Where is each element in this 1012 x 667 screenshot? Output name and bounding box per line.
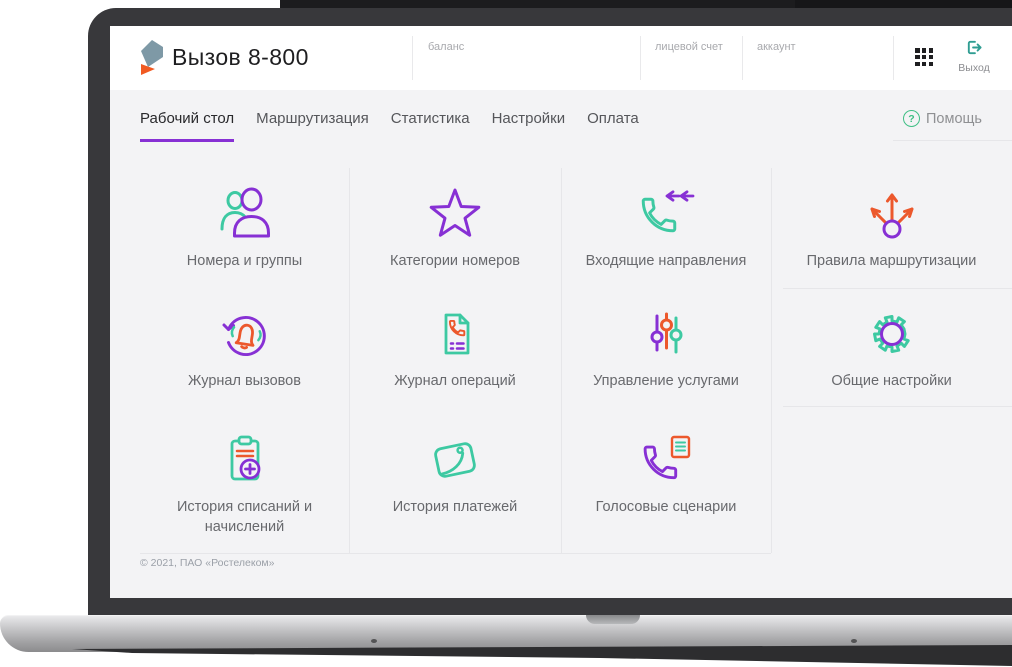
tab-payment[interactable]: Оплата [587,110,639,142]
laptop-base-edge [72,645,1012,666]
tile-voice-scripts[interactable]: Голосовые сценарии [561,406,771,553]
copyright-text: © 2021, ПАО «Ростелеком» [140,557,275,569]
users-icon [215,184,275,244]
divider [742,36,743,80]
gear-icon [862,304,922,364]
help-label: Помощь [925,110,982,127]
tile-call-log[interactable]: Журнал вызовов [140,288,349,406]
wallet-icon [425,430,485,490]
tile-number-categories[interactable]: Категории номеров [349,168,561,288]
sliders-icon [636,304,696,364]
operations-log-icon [425,304,485,364]
tile-label: Номера и группы [186,253,303,269]
exit-icon [967,40,982,55]
tab-statistics[interactable]: Статистика [391,110,470,142]
help-link[interactable]: ? Помощь [902,110,982,127]
tile-operations-log[interactable]: Журнал операций [349,288,561,406]
rostelecom-logo-icon [141,40,163,75]
tile-label: Журнал вызовов [188,373,301,389]
divider [783,406,1012,407]
divider [412,36,413,80]
logout-button[interactable]: Выход [948,39,1000,74]
tile-general-settings[interactable]: Общие настройки [771,288,1012,406]
star-icon [425,184,485,244]
laptop-mockup: Вызов 8-800 баланс лицевой счет аккаунт … [0,0,1012,667]
voice-script-icon [636,430,696,490]
tile-label: Журнал операций [394,373,516,389]
tile-label: Правила маршрутизации [806,253,977,269]
tab-settings[interactable]: Настройки [492,110,566,142]
user-account-field-label: аккаунт [757,41,796,53]
screen: Вызов 8-800 баланс лицевой счет аккаунт … [110,26,1012,598]
main-nav: Рабочий стол Маршрутизация Статистика На… [140,110,639,142]
tile-incoming-directions[interactable]: Входящие направления [561,168,771,288]
divider [893,36,894,80]
tile-label: Управление услугами [593,373,739,389]
tile-label: История платежей [392,499,518,515]
tile-charges-history[interactable]: История списаний и начислений [140,406,349,553]
divider [893,140,1012,141]
tile-label: Категории номеров [390,253,520,269]
tab-routing[interactable]: Маршрутизация [256,110,369,142]
tile-label: Входящие направления [585,253,747,269]
laptop-latch-notch [586,615,640,624]
balance-field-label: баланс [428,41,465,53]
app-header: Вызов 8-800 баланс лицевой счет аккаунт … [110,26,1012,90]
tile-label: История списаний и начислений [176,499,313,535]
routing-arrows-icon [862,184,922,244]
question-circle-icon: ? [902,110,920,127]
tile-routing-rules[interactable]: Правила маршрутизации [771,168,1012,288]
tile-services-management[interactable]: Управление услугами [561,288,771,406]
charges-history-icon [215,430,275,490]
incoming-call-icon [636,184,696,244]
tile-payments-history[interactable]: История платежей [349,406,561,553]
tile-numbers-and-groups[interactable]: Номера и группы [140,168,349,288]
app-title: Вызов 8-800 [172,44,309,70]
logout-label: Выход [958,62,990,74]
call-log-icon [215,304,275,364]
tile-label: Общие настройки [831,373,952,389]
divider [640,36,641,80]
tab-dashboard[interactable]: Рабочий стол [140,110,235,142]
apps-grid-icon[interactable] [915,48,934,67]
account-number-field-label: лицевой счет [655,41,723,53]
tile-label: Голосовые сценарии [595,499,737,515]
divider [140,553,771,554]
